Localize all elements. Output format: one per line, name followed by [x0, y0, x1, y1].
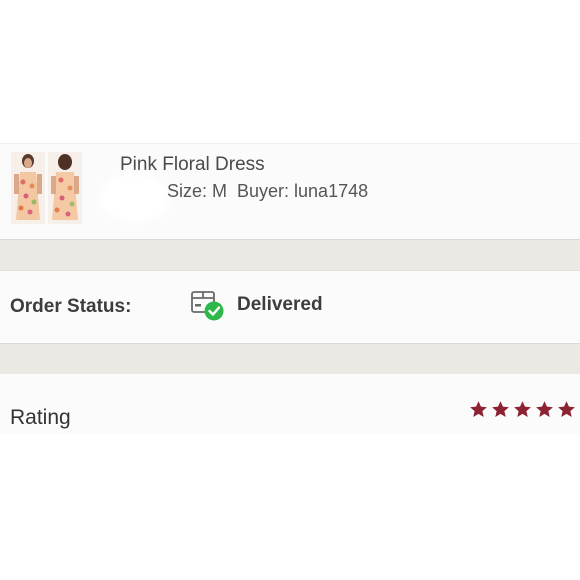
dress-photo-front-icon[interactable]	[11, 152, 45, 224]
section-divider	[0, 343, 580, 375]
order-detail-screen: Pink Floral Dress Size: M Buyer: luna1748…	[0, 0, 580, 580]
star-icon	[558, 401, 575, 418]
star-icon	[470, 401, 487, 418]
section-divider	[0, 239, 580, 271]
item-card[interactable]: Pink Floral Dress Size: M Buyer: luna1748	[0, 143, 580, 240]
dress-photo-back-icon[interactable]	[48, 152, 82, 224]
item-title[interactable]: Pink Floral Dress	[120, 154, 265, 176]
rating-stars	[469, 400, 576, 419]
order-status-value: Delivered	[237, 294, 323, 315]
order-status-row: Order Status: Delivered	[0, 271, 580, 342]
rating-label: Rating	[10, 406, 71, 429]
redacted-blur	[106, 180, 164, 216]
order-status-label: Order Status:	[10, 296, 132, 317]
rating-row: Rating	[0, 374, 580, 434]
star-icon	[536, 401, 553, 418]
package-delivered-icon	[190, 288, 226, 322]
star-icon	[492, 401, 509, 418]
item-buyer[interactable]: Buyer: luna1748	[237, 181, 368, 201]
star-icon	[514, 401, 531, 418]
item-size: Size: M	[167, 181, 228, 201]
item-meta: Size: M Buyer: luna1748	[167, 181, 378, 202]
